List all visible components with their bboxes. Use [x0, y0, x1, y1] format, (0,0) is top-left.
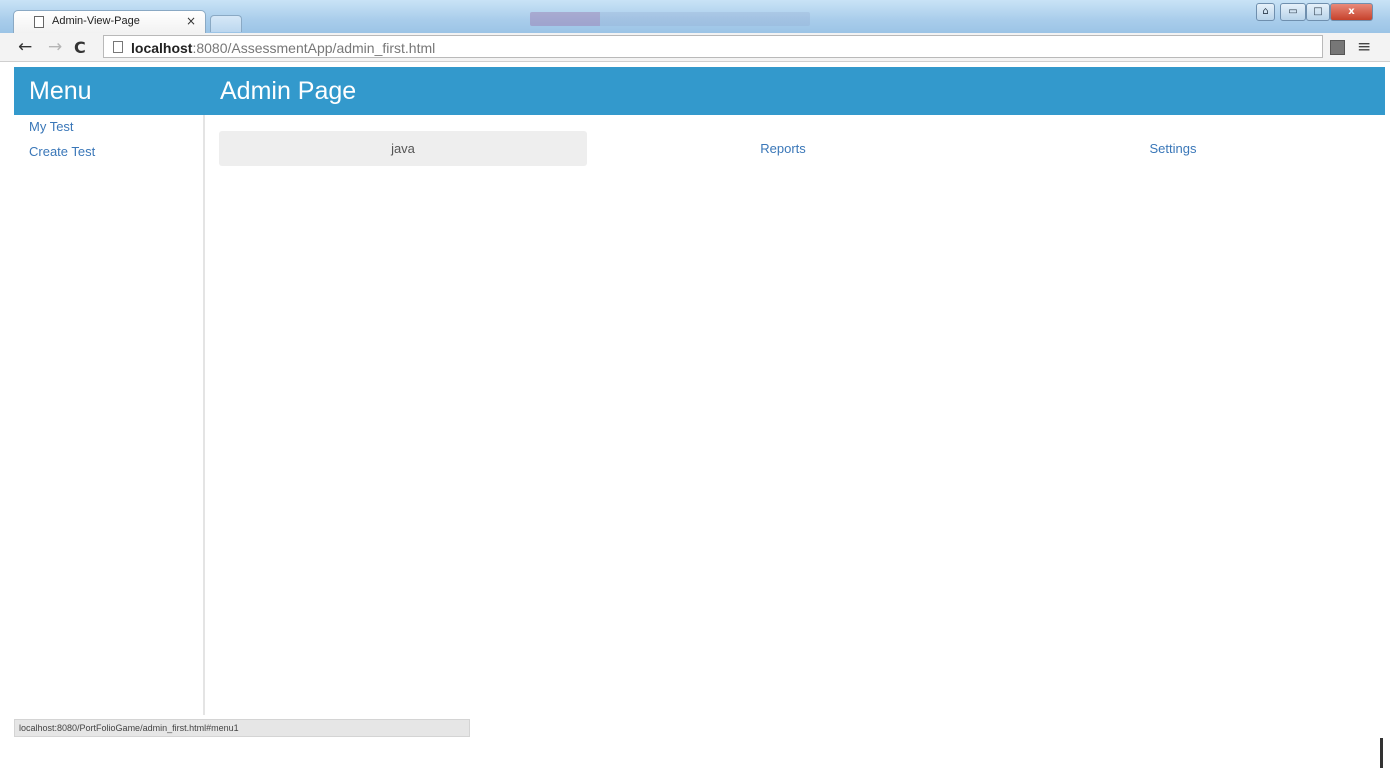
- sidebar-title: Menu: [29, 77, 92, 105]
- status-url: localhost:8080/PortFolioGame/admin_first…: [19, 723, 239, 733]
- tab-close-icon[interactable]: ×: [186, 14, 196, 28]
- address-bar[interactable]: localhost:8080/AssessmentApp/admin_first…: [103, 35, 1323, 58]
- sidebar-item-create-test[interactable]: Create Test: [29, 144, 95, 159]
- tab-settings[interactable]: Settings: [989, 131, 1357, 166]
- minimize-button[interactable]: ▭: [1280, 3, 1306, 21]
- maximize-button[interactable]: □: [1306, 3, 1330, 21]
- close-window-button[interactable]: x: [1330, 3, 1373, 21]
- browser-tab[interactable]: Admin-View-Page ×: [13, 10, 206, 33]
- page-icon: [113, 41, 123, 53]
- new-tab-button[interactable]: [210, 15, 242, 32]
- back-arrow-icon[interactable]: ←: [18, 37, 32, 57]
- url-host: localhost: [131, 40, 193, 56]
- browser-titlebar: Admin-View-Page × ⌂ ▭ □ x: [0, 0, 1390, 33]
- status-bar: localhost:8080/PortFolioGame/admin_first…: [14, 719, 470, 737]
- extension-icon[interactable]: [1330, 40, 1345, 55]
- hamburger-menu-icon[interactable]: ≡: [1357, 37, 1371, 57]
- forward-arrow-icon[interactable]: →: [48, 37, 62, 57]
- sidebar-item-my-test[interactable]: My Test: [29, 119, 74, 134]
- tab-java[interactable]: java: [219, 131, 587, 166]
- page-title: Admin Page: [220, 77, 357, 105]
- tab-reports[interactable]: Reports: [599, 131, 967, 166]
- page-icon: [34, 16, 44, 28]
- url-path: :8080/AssessmentApp/admin_first.html: [192, 40, 436, 56]
- sidebar-header: Menu: [14, 67, 205, 115]
- scrollbar-mark: [1380, 738, 1383, 768]
- main-tabs: java Reports Settings: [219, 131, 1369, 166]
- main-header: Admin Page: [205, 67, 1385, 115]
- account-icon[interactable]: ⌂: [1256, 3, 1275, 21]
- background-window-strip: [530, 12, 810, 26]
- reload-icon[interactable]: C: [74, 38, 86, 57]
- url-text: localhost:8080/AssessmentApp/admin_first…: [131, 40, 435, 56]
- tab-title: Admin-View-Page: [52, 15, 140, 27]
- sidebar: My Test Create Test: [14, 115, 205, 715]
- browser-toolbar: ← → C localhost:8080/AssessmentApp/admin…: [0, 33, 1390, 62]
